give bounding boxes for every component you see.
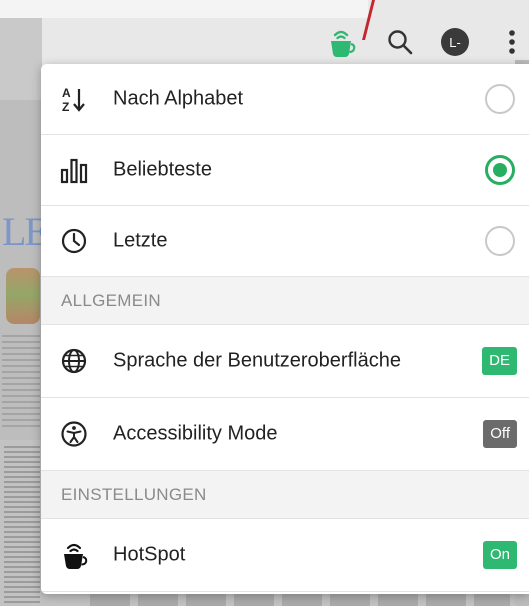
more-vertical-icon[interactable] [497,20,527,64]
globe-icon [60,347,88,375]
sort-alphabet-radio[interactable] [485,84,515,114]
hotspot-cup-icon [60,541,88,569]
accessibility-label: Accessibility Mode [113,422,278,445]
menu-item-sort-alphabet[interactable]: A Z Nach Alphabet [41,64,529,135]
menu-item-sort-recent[interactable]: Letzte [41,206,529,277]
section-header-general: ALLGEMEIN [41,277,529,325]
clock-icon [60,227,88,255]
newspaper-columns-text [4,446,40,604]
background-newspaper: LE [0,100,49,440]
avatar: L- [441,28,469,56]
svg-text:Z: Z [62,100,69,113]
section-header-settings: EINSTELLUNGEN [41,471,529,519]
user-avatar-button[interactable]: L- [435,20,475,64]
menu-item-sort-popular[interactable]: Beliebteste [41,135,529,206]
background-card [0,0,368,18]
hotspot-label: HotSpot [113,543,186,566]
accessibility-icon [60,420,88,448]
sort-recent-label: Letzte [113,229,168,252]
sort-popular-label: Beliebteste [113,158,212,181]
language-badge[interactable]: DE [482,347,517,375]
hotspot-cup-icon[interactable] [321,20,361,64]
sort-alphabet-label: Nach Alphabet [113,87,244,110]
bar-chart-icon [60,156,88,184]
menu-item-accessibility[interactable]: Accessibility Mode Off [41,398,529,471]
sort-popular-radio[interactable] [485,155,515,185]
newspaper-photo [6,268,40,324]
newspaper-text [2,335,40,430]
language-label: Sprache der Benutzeroberfläche [113,349,401,372]
sort-settings-menu: A Z Nach Alphabet Beliebteste Letzte ALL… [41,64,529,594]
sort-recent-radio[interactable] [485,226,515,256]
top-app-bar: L- [0,20,529,64]
accessibility-toggle[interactable]: Off [483,420,517,448]
svg-text:A: A [62,86,71,100]
menu-item-hotspot[interactable]: HotSpot On [41,519,529,592]
hotspot-toggle[interactable]: On [482,541,517,569]
menu-item-language[interactable]: Sprache der Benutzeroberfläche DE [41,325,529,398]
search-icon[interactable] [380,20,420,64]
sort-alpha-icon: A Z [60,85,88,113]
